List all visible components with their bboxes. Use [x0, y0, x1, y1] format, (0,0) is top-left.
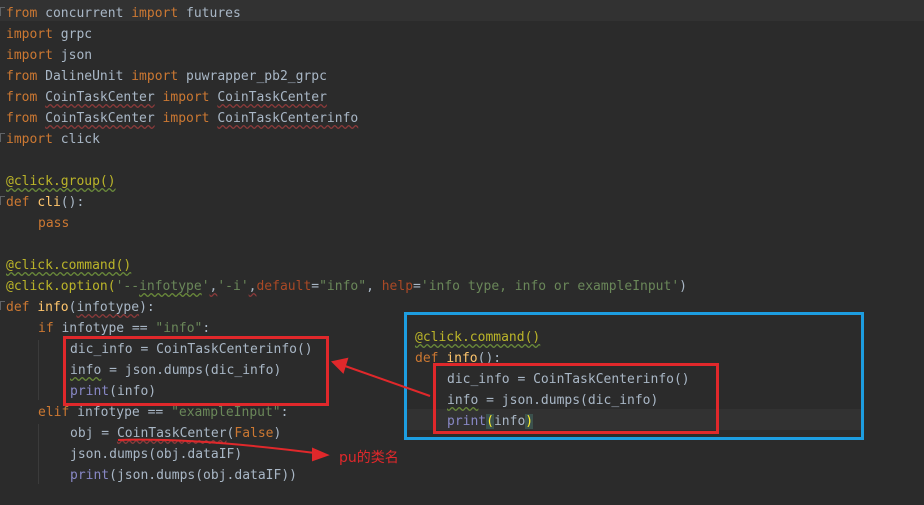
- arrow-head-1: [330, 357, 349, 374]
- annotation-arrows: [117, 357, 431, 462]
- underline-class-name: [117, 438, 316, 454]
- arrow-head-2: [312, 447, 330, 462]
- arrow-line-1: [344, 365, 431, 397]
- annotation-label: pu的类名: [339, 450, 399, 466]
